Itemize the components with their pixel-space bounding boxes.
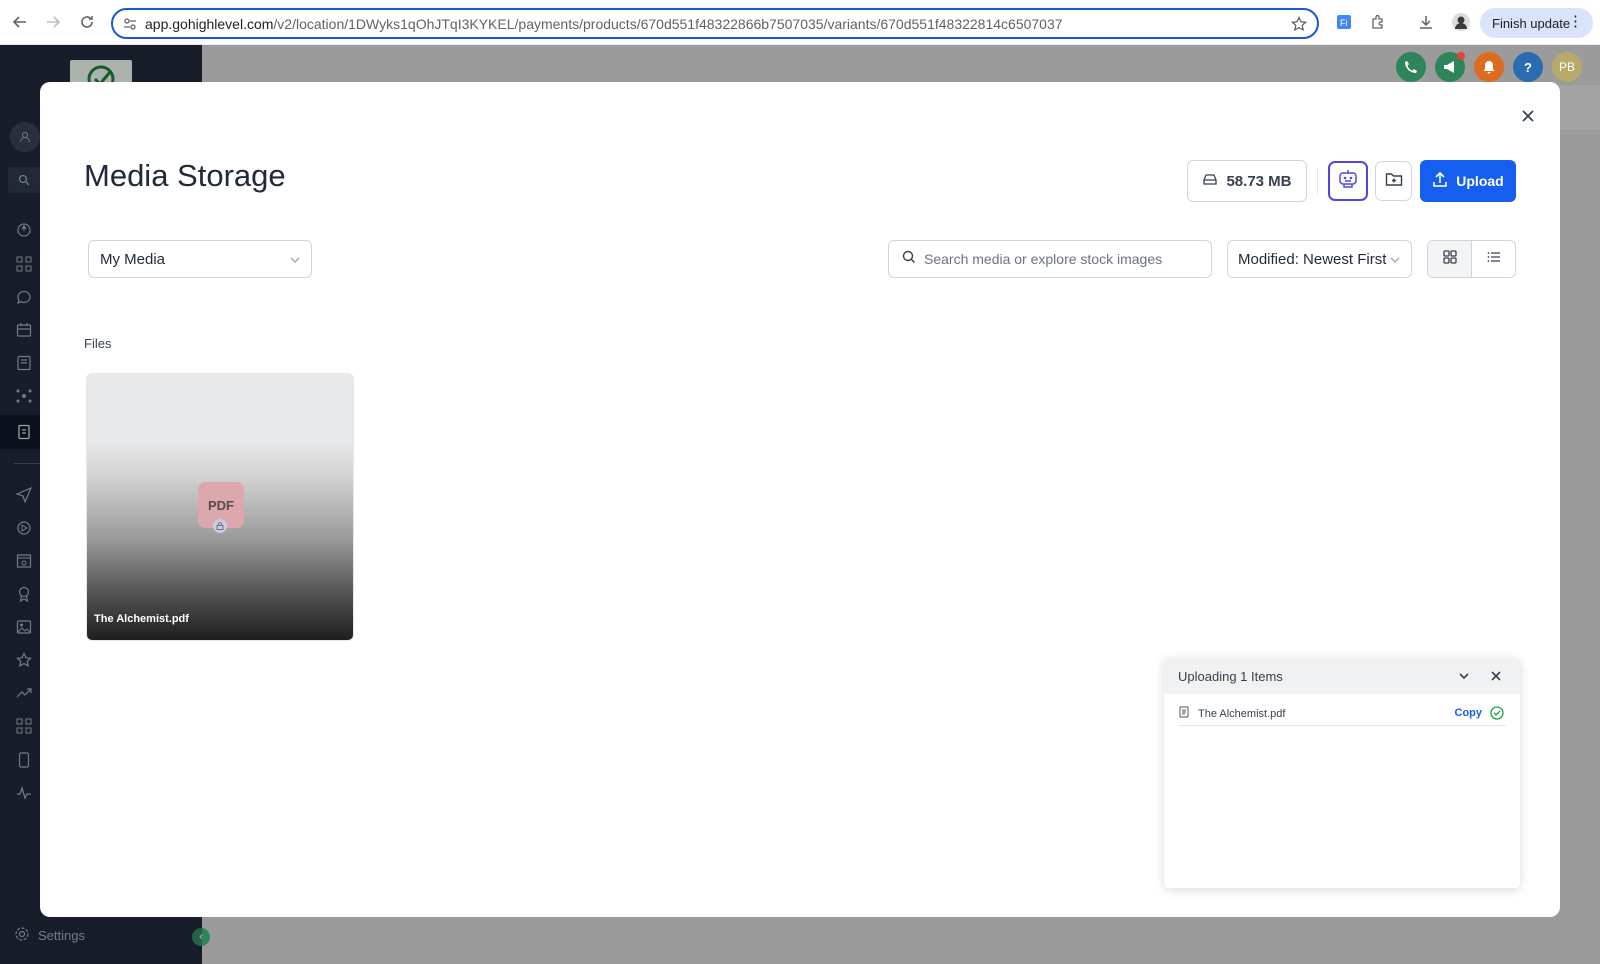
upload-label: Upload [1456,173,1504,189]
list-icon [1487,250,1501,269]
extension-translate-icon[interactable]: Fi [1334,12,1354,32]
forward-arrow-icon[interactable] [42,11,64,33]
notification-dot [1457,52,1465,60]
toolbar-divider [1317,168,1318,194]
robot-icon [1337,168,1359,195]
chevron-down-icon [1389,253,1401,270]
document-icon [1178,706,1190,721]
collapse-chevron-down-icon[interactable] [1456,668,1472,684]
search-input[interactable] [924,251,1204,267]
avatar-initials: PB [1558,60,1575,74]
new-folder-button[interactable] [1375,161,1412,201]
file-name: The Alchemist.pdf [94,613,189,625]
list-view-button[interactable] [1472,241,1515,277]
address-bar[interactable]: app.gohighlevel.com/v2/location/1DWyks1q… [111,8,1319,39]
upload-item-row: The Alchemist.pdf Copy [1178,702,1506,726]
lock-icon [213,519,227,533]
storage-used-value: 58.73 MB [1226,172,1292,190]
profile-avatar-icon[interactable] [1451,12,1471,32]
reload-icon[interactable] [76,11,98,33]
copy-link-button[interactable]: Copy [1455,707,1483,719]
sort-value: Modified: Newest First [1238,250,1387,268]
help-icon[interactable]: ? [1513,52,1543,82]
close-icon[interactable] [1488,668,1504,684]
close-icon[interactable] [1517,105,1539,127]
media-search[interactable] [888,240,1212,278]
upload-icon [1432,171,1448,191]
url-text: app.gohighlevel.com/v2/location/1DWyks1q… [145,16,1063,32]
view-mode-toggle [1427,240,1516,278]
url-path: /v2/location/1DWyks1qOhJTqI3KYKEL/paymen… [273,16,1063,32]
bookmark-star-icon[interactable] [1290,15,1308,37]
upload-button[interactable]: Upload [1420,160,1516,202]
sort-select[interactable]: Modified: Newest First [1227,240,1412,278]
browser-toolbar: app.gohighlevel.com/v2/location/1DWyks1q… [0,0,1600,45]
storage-usage-badge[interactable]: 58.73 MB [1187,160,1307,202]
hard-drive-icon [1202,171,1218,191]
media-source-value: My Media [100,250,166,268]
finish-update-label: Finish update [1492,15,1571,31]
grid-view-button[interactable] [1428,241,1472,277]
media-source-select[interactable]: My Media [88,240,312,278]
check-circle-icon [1490,706,1504,720]
chevron-down-icon [289,253,301,270]
extensions-puzzle-icon[interactable] [1368,12,1388,32]
upload-item-name: The Alchemist.pdf [1198,707,1286,720]
menu-dots-icon: ⋮ [1568,13,1583,30]
help-glyph: ? [1524,59,1532,75]
megaphone-icon[interactable] [1435,52,1465,82]
site-settings-icon[interactable] [123,17,137,36]
user-avatar[interactable]: PB [1552,52,1582,82]
files-heading: Files [84,336,112,351]
upload-panel-title: Uploading 1 Items [1178,668,1283,684]
back-arrow-icon[interactable] [9,11,31,33]
page-title: Media Storage [84,158,286,193]
ai-image-generator-button[interactable] [1328,161,1368,201]
url-domain: app.gohighlevel.com [145,16,274,32]
folder-plus-icon [1385,170,1403,193]
finish-update-button[interactable]: Finish update ⋮ [1480,8,1593,38]
bell-icon[interactable] [1474,52,1504,82]
search-icon [902,250,916,269]
phone-icon[interactable] [1396,52,1426,82]
file-card[interactable]: PDF The Alchemist.pdf [86,373,354,641]
grid-icon [1442,249,1457,269]
upload-panel-header: Uploading 1 Items [1164,658,1520,694]
upload-progress-panel: Uploading 1 Items The Alchemist.pdf Copy [1164,658,1520,888]
svg-text:Fi: Fi [1340,18,1348,28]
download-icon[interactable] [1416,12,1436,32]
